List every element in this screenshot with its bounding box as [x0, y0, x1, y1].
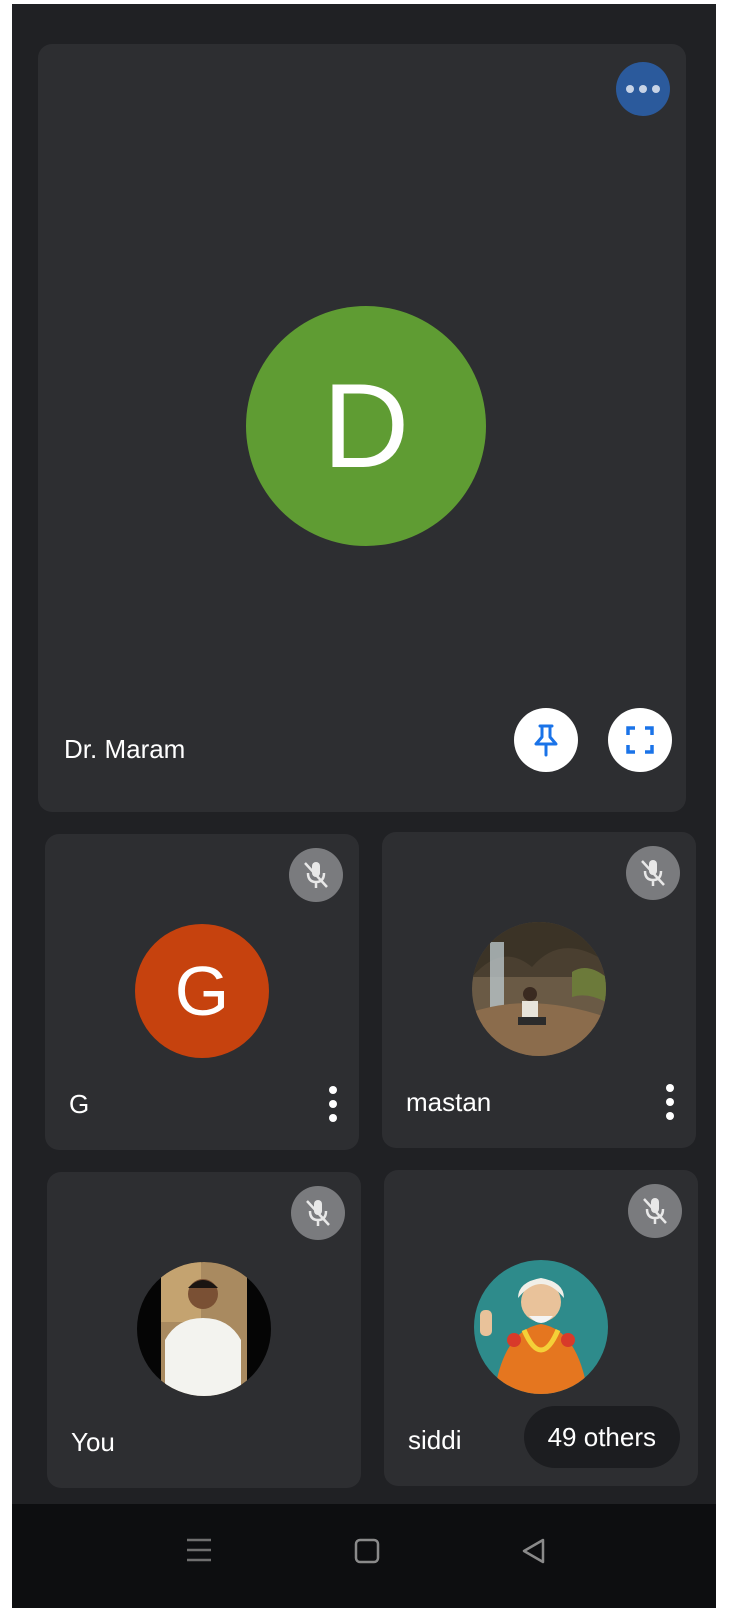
- participant-avatar: G: [135, 924, 269, 1058]
- mic-off-indicator: [289, 848, 343, 902]
- mic-off-icon: [641, 860, 665, 886]
- participant-options-button[interactable]: [327, 1086, 339, 1122]
- participant-avatar-photo: [474, 1260, 608, 1394]
- participant-tile-g[interactable]: G G: [45, 834, 359, 1150]
- back-icon[interactable]: [518, 1536, 548, 1566]
- participant-tile-mastan[interactable]: mastan: [382, 832, 696, 1148]
- participant-tile-you[interactable]: You: [47, 1172, 361, 1488]
- mic-off-icon: [643, 1198, 667, 1224]
- more-vert-icon: [329, 1086, 337, 1094]
- participant-tile-siddi[interactable]: siddi 49 others: [384, 1170, 698, 1486]
- participant-name: You: [71, 1427, 115, 1457]
- more-options-button[interactable]: [616, 62, 670, 116]
- main-participant-avatar: D: [246, 306, 486, 546]
- fullscreen-button[interactable]: [608, 708, 672, 772]
- main-participant-name: Dr. Maram: [64, 734, 186, 764]
- participant-avatar-photo: [137, 1262, 271, 1396]
- more-vert-icon: [666, 1084, 674, 1092]
- main-participant-tile[interactable]: D Dr. Maram: [38, 44, 686, 812]
- participant-options-button[interactable]: [664, 1084, 676, 1120]
- participant-name: G: [69, 1089, 90, 1119]
- mic-off-indicator: [626, 846, 680, 900]
- participant-avatar-photo: [472, 922, 606, 1056]
- pin-icon: [534, 724, 558, 757]
- others-count-button[interactable]: 49 others: [523, 1406, 680, 1468]
- mic-off-indicator: [291, 1186, 345, 1240]
- pin-button[interactable]: [514, 708, 578, 772]
- home-icon[interactable]: [352, 1536, 382, 1566]
- more-horiz-icon: [626, 85, 634, 93]
- participant-name: siddi: [408, 1425, 462, 1455]
- menu-icon[interactable]: [184, 1536, 214, 1564]
- system-nav-bar: [12, 1504, 716, 1608]
- mic-off-icon: [306, 1200, 330, 1226]
- participant-name: mastan: [406, 1087, 492, 1117]
- mic-off-indicator: [628, 1184, 682, 1238]
- mic-off-icon: [304, 862, 328, 888]
- fullscreen-icon: [626, 726, 654, 754]
- meeting-screen: D Dr. Maram G G mastan You siddi 49 othe…: [12, 4, 716, 1608]
